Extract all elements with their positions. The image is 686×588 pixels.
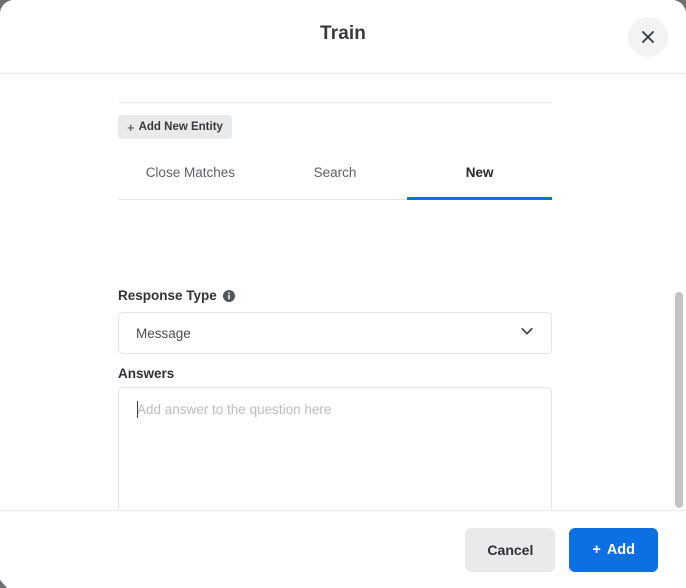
tab-search[interactable]: Search <box>263 162 408 199</box>
add-button[interactable]: + Add <box>569 527 658 572</box>
add-new-entity-label: Add New Entity <box>138 121 223 133</box>
tab-bar: Close Matches Search New <box>118 162 552 200</box>
modal-body: + Add New Entity Close Matches Search Ne… <box>0 74 686 510</box>
answers-editor: Add answer to the question here B I U S <box>118 387 552 510</box>
response-type-label-text: Response Type <box>118 288 217 303</box>
section-divider <box>118 102 552 103</box>
response-type-select[interactable]: Message <box>118 312 552 354</box>
train-modal: Train + Add New Entity Close Matches Sea… <box>0 0 686 588</box>
info-icon[interactable] <box>222 289 235 302</box>
tab-new[interactable]: New <box>407 162 552 200</box>
close-icon <box>641 30 655 44</box>
tab-close-matches[interactable]: Close Matches <box>118 162 263 199</box>
modal-footer: Cancel + Add <box>0 510 686 588</box>
text-caret <box>137 401 138 418</box>
response-type-value: Message <box>136 325 191 341</box>
modal-header: Train <box>0 0 686 74</box>
response-type-label: Response Type <box>118 288 235 303</box>
answers-input[interactable]: Add answer to the question here <box>119 388 551 510</box>
add-button-label: Add <box>606 541 635 558</box>
scrollbar-thumb[interactable] <box>675 292 683 508</box>
answers-label: Answers <box>118 366 174 381</box>
add-new-entity-button[interactable]: + Add New Entity <box>118 115 232 139</box>
plus-icon: + <box>127 119 135 135</box>
cancel-button[interactable]: Cancel <box>465 527 556 572</box>
resize-handle[interactable] <box>0 576 9 588</box>
close-button[interactable] <box>628 17 668 57</box>
scrollbar-track[interactable] <box>672 74 683 510</box>
answers-placeholder: Add answer to the question here <box>137 402 332 417</box>
chevron-down-icon <box>519 323 535 344</box>
plus-icon: + <box>592 541 601 558</box>
answers-label-text: Answers <box>118 366 175 381</box>
page-title: Train <box>320 23 366 44</box>
